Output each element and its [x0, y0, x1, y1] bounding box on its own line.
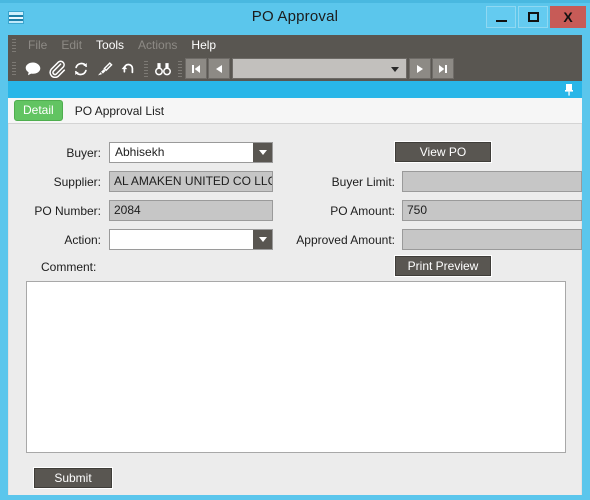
tab-detail[interactable]: Detail — [14, 100, 63, 121]
comment-icon[interactable] — [21, 58, 45, 80]
field-supplier: Supplier: AL AMAKEN UNITED CO LLC — [9, 171, 281, 192]
menu-item-file[interactable]: File — [21, 35, 54, 56]
toolbar-separator — [144, 60, 148, 77]
toolbar-region: File Edit Tools Actions Help — [8, 35, 582, 81]
label-action: Action: — [64, 232, 101, 247]
label-supplier: Supplier: — [53, 174, 101, 189]
window-controls: X — [486, 6, 586, 28]
maximize-icon — [527, 12, 539, 22]
close-button[interactable]: X — [550, 6, 586, 28]
pin-icon[interactable] — [563, 83, 575, 96]
minimize-icon — [495, 19, 507, 22]
label-approved-amount: Approved Amount: — [296, 232, 395, 247]
tab-po-approval-list[interactable]: PO Approval List — [67, 101, 172, 121]
submit-button[interactable]: Submit — [34, 468, 112, 488]
toolbar-grip-icon[interactable] — [12, 62, 16, 75]
field-buyer: Buyer: Abhisekh — [9, 142, 281, 163]
undo-icon[interactable] — [117, 58, 141, 80]
label-buyer-limit: Buyer Limit: — [331, 174, 395, 189]
field-po-number: PO Number: 2084 — [9, 200, 281, 221]
buyer-limit-field — [402, 171, 582, 192]
view-po-button[interactable]: View PO — [395, 142, 491, 162]
buyer-value: Abhisekh — [115, 145, 165, 159]
action-combo[interactable] — [109, 229, 273, 250]
close-icon: X — [563, 9, 573, 25]
record-selector-combo[interactable] — [232, 58, 407, 79]
field-approved-amount: Approved Amount: — [285, 229, 590, 250]
po-amount-field: 750 — [402, 200, 582, 221]
label-po-amount: PO Amount: — [330, 203, 395, 218]
buyer-dropdown-button[interactable] — [253, 143, 272, 162]
maximize-button[interactable] — [518, 6, 548, 28]
minimize-button[interactable] — [486, 6, 516, 28]
tab-bar: Detail PO Approval List — [8, 98, 582, 124]
supplier-field: AL AMAKEN UNITED CO LLC — [109, 171, 273, 192]
refresh-icon[interactable] — [69, 58, 93, 80]
po-number-field: 2084 — [109, 200, 273, 221]
previous-record-icon[interactable] — [208, 58, 230, 79]
menu-item-edit[interactable]: Edit — [54, 35, 89, 56]
last-record-icon[interactable] — [432, 58, 454, 79]
label-po-number: PO Number: — [34, 203, 101, 218]
menu-grip-icon[interactable] — [12, 39, 16, 52]
next-record-icon[interactable] — [409, 58, 431, 79]
menu-item-tools[interactable]: Tools — [89, 35, 131, 56]
approved-amount-field — [402, 229, 582, 250]
attachment-icon[interactable] — [45, 58, 69, 80]
comment-textarea[interactable] — [26, 281, 566, 453]
detail-panel: Buyer: Abhisekh Supplier: AL AMAKEN UNIT… — [8, 124, 582, 495]
field-po-amount: PO Amount: 750 — [309, 200, 590, 221]
first-record-icon[interactable] — [185, 58, 207, 79]
toolbar-separator — [178, 60, 182, 77]
action-dropdown-button[interactable] — [253, 230, 272, 249]
chevron-down-icon — [391, 67, 399, 72]
menu-item-help[interactable]: Help — [184, 35, 223, 56]
toolbar — [8, 56, 582, 81]
panel-header-strip — [8, 81, 582, 98]
chevron-down-icon — [258, 237, 267, 242]
label-comment: Comment: — [41, 260, 97, 274]
buyer-combo[interactable]: Abhisekh — [109, 142, 273, 163]
menu-item-actions[interactable]: Actions — [131, 35, 184, 56]
title-bar: PO Approval X — [0, 3, 590, 32]
chevron-down-icon — [258, 150, 267, 155]
application-window: PO Approval X File Edit Tools Actions He… — [0, 0, 590, 500]
find-icon[interactable] — [151, 58, 175, 80]
field-action: Action: — [9, 229, 281, 250]
menu-bar: File Edit Tools Actions Help — [8, 35, 582, 56]
clear-icon[interactable] — [93, 58, 117, 80]
field-buyer-limit: Buyer Limit: — [309, 171, 590, 192]
print-preview-button[interactable]: Print Preview — [395, 256, 491, 276]
label-buyer: Buyer: — [66, 145, 101, 160]
